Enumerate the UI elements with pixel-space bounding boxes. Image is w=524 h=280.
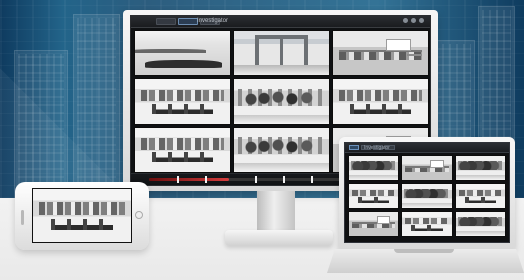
laptop-camera-tile-2[interactable] bbox=[401, 155, 453, 181]
monitor-stand bbox=[225, 230, 333, 246]
desktop-tab-1[interactable] bbox=[156, 18, 176, 25]
desktop-window-controls bbox=[403, 18, 424, 23]
laptop-titlebar: Investigator bbox=[345, 143, 509, 153]
timeline-marker bbox=[205, 176, 208, 183]
laptop-camera-tile-4[interactable] bbox=[348, 183, 400, 209]
close-icon[interactable] bbox=[419, 18, 424, 23]
monitor-neck bbox=[257, 191, 295, 230]
camera-tile-4[interactable] bbox=[134, 78, 231, 125]
timeline-marker bbox=[177, 176, 180, 183]
timeline-progress bbox=[149, 178, 229, 181]
laptop-tab-1[interactable] bbox=[349, 145, 359, 150]
laptop-camera-tile-1[interactable] bbox=[348, 155, 400, 181]
maximize-icon[interactable] bbox=[411, 18, 416, 23]
laptop-camera-tile-8[interactable] bbox=[401, 211, 453, 237]
camera-tile-8[interactable] bbox=[233, 126, 330, 173]
laptop-display: Investigator bbox=[339, 137, 515, 249]
desktop-tab-2[interactable] bbox=[178, 18, 198, 25]
laptop-camera-tile-7[interactable] bbox=[348, 211, 400, 237]
laptop-camera-tile-6[interactable] bbox=[454, 183, 506, 209]
camera-tile-7[interactable] bbox=[134, 126, 231, 173]
laptop-screen: Investigator bbox=[344, 142, 510, 243]
laptop-camera-tile-9[interactable] bbox=[454, 211, 506, 237]
desktop-titlebar: Investigator bbox=[131, 16, 430, 28]
minimize-icon[interactable] bbox=[403, 18, 408, 23]
phone-camera-view[interactable] bbox=[32, 188, 132, 243]
home-button-icon[interactable] bbox=[135, 211, 143, 219]
camera-tile-1[interactable] bbox=[134, 30, 231, 77]
camera-tile-2[interactable] bbox=[233, 30, 330, 77]
timeline-marker bbox=[282, 176, 285, 183]
camera-tile-3[interactable] bbox=[332, 30, 429, 77]
timeline-marker bbox=[254, 176, 257, 183]
phone-speaker bbox=[21, 210, 24, 225]
laptop-hinge bbox=[394, 249, 454, 253]
laptop-camera-grid bbox=[348, 155, 506, 237]
desktop-window-title: Investigator bbox=[197, 18, 229, 24]
building-left bbox=[14, 50, 68, 198]
laptop-window-title: Investigator bbox=[364, 145, 390, 151]
laptop-camera-tile-5[interactable] bbox=[401, 183, 453, 209]
building-left-tall bbox=[73, 14, 120, 198]
timeline-marker bbox=[311, 176, 314, 183]
phone-device bbox=[15, 182, 149, 250]
camera-tile-6[interactable] bbox=[332, 78, 429, 125]
camera-tile-5[interactable] bbox=[233, 78, 330, 125]
laptop-camera-tile-3[interactable] bbox=[454, 155, 506, 181]
